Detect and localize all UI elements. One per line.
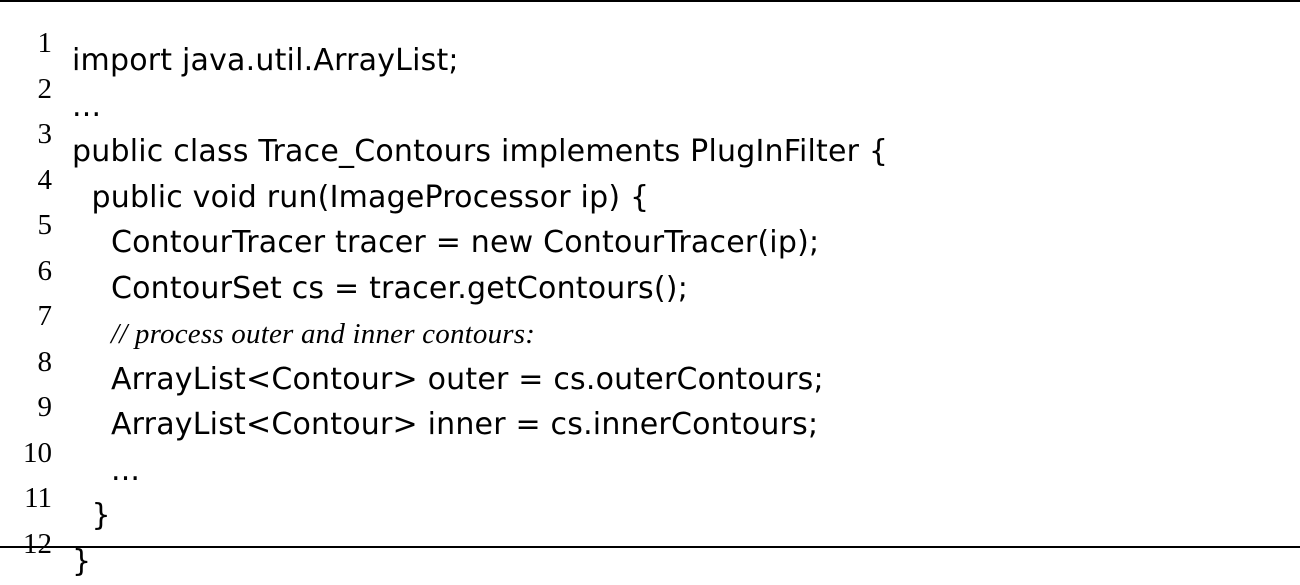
code-line-3: 3 public class Trace_Contours implements… (0, 93, 1300, 169)
code-line-5: 5 ContourTracer tracer = new ContourTrac… (0, 184, 1300, 260)
code-line-2: 2 ... (0, 48, 1300, 124)
code-listing: 1 import java.util.ArrayList; 2 ... 3 pu… (0, 0, 1300, 579)
code-line-11: 11 } (0, 457, 1300, 533)
code-text: } (72, 543, 92, 579)
code-line-9: 9 ArrayList<Contour> inner = cs.innerCon… (0, 366, 1300, 442)
code-line-4: 4 public void run(ImageProcessor ip) { (0, 139, 1300, 215)
code-line-6: 6 ContourSet cs = tracer.getContours(); (0, 230, 1300, 306)
code-line-10: 10 ... (0, 412, 1300, 488)
code-line-8: 8 ArrayList<Contour> outer = cs.outerCon… (0, 321, 1300, 397)
code-line-1: 1 import java.util.ArrayList; (0, 2, 1300, 78)
code-line-12: 12 } (0, 503, 1300, 579)
code-line-7: 7 // process outer and inner contours: (0, 275, 1300, 350)
line-number: 12 (23, 527, 52, 560)
